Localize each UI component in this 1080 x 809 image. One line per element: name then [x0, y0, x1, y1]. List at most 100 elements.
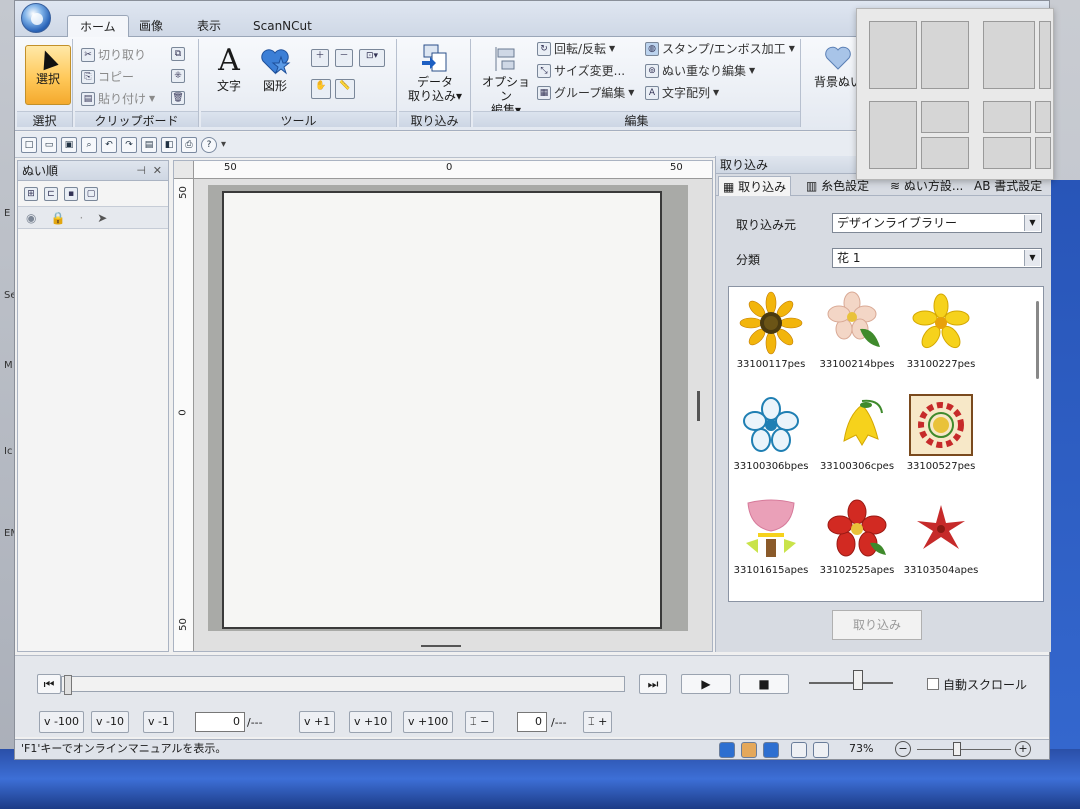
color-plus-button[interactable]: ⌶ + [583, 711, 613, 733]
data-import-button[interactable]: データ 取り込み▾ [403, 43, 467, 103]
zoom-out-icon[interactable]: － [335, 49, 353, 67]
layout-zone[interactable] [921, 101, 969, 133]
gallery-item[interactable]: 33100117pes [731, 291, 811, 387]
customize-qat-icon[interactable]: ▾ [221, 139, 226, 150]
stitch-progress-thumb[interactable] [64, 675, 72, 695]
speed-slider-thumb[interactable] [853, 670, 863, 690]
select-pointer-icon[interactable]: ➤ [97, 211, 107, 225]
category-select[interactable]: 花 1 ▼ [832, 248, 1042, 268]
step-minus-10-button[interactable]: ⅴ -10 [91, 711, 129, 733]
auto-scroll-checkbox[interactable] [927, 678, 939, 690]
color-minus-button[interactable]: ⌶ − [465, 711, 495, 733]
overlap-edit-button[interactable]: ⊚ ぬい重なり編集 ▼ [645, 63, 755, 79]
zoom-slider-thumb[interactable] [953, 742, 961, 756]
zoom-in-icon[interactable]: + [1015, 741, 1031, 757]
color-count-field[interactable]: 0 [517, 712, 547, 732]
gallery-item[interactable]: 33101615apes [731, 497, 811, 593]
hoop-settings-icon[interactable] [813, 742, 829, 758]
close-icon[interactable]: ✕ [153, 161, 162, 181]
layout-zone[interactable] [1035, 137, 1051, 169]
realistic-mode-icon[interactable] [741, 742, 757, 758]
gallery-item[interactable]: 33100214bpes [817, 291, 897, 387]
redo-icon[interactable]: ↷ [121, 136, 137, 153]
gallery-item[interactable]: 33100527pes [901, 393, 981, 489]
option-edit-button[interactable]: オプション 編集▾ [477, 45, 535, 117]
visibility-eye-icon[interactable]: ◉ [26, 211, 36, 225]
panel-splitter-handle[interactable] [697, 391, 700, 421]
layout-zone[interactable] [921, 21, 969, 89]
stamp-emboss-button[interactable]: ◍ スタンプ/エンボス加工 ▼ [645, 41, 795, 57]
point-edit-icon[interactable]: ⁜ [171, 69, 185, 83]
lock-icon[interactable]: 🔒 [50, 211, 65, 225]
layout-zone[interactable] [921, 137, 969, 169]
canvas-splitter-handle[interactable] [421, 645, 461, 647]
stitch-count-field[interactable]: 0 [195, 712, 245, 732]
tab-home[interactable]: ホーム [67, 15, 129, 37]
layout-zone[interactable] [983, 21, 1035, 89]
gallery-item[interactable]: 33100306cpes [817, 393, 897, 489]
tab-import[interactable]: ▦ 取り込み [718, 176, 792, 196]
source-select[interactable]: デザインライブラリー ▼ [832, 213, 1042, 233]
view-mode-icon[interactable] [719, 742, 735, 758]
measure-icon[interactable]: 📏 [335, 79, 355, 99]
layout-zone[interactable] [869, 101, 917, 169]
help-icon[interactable]: ? [201, 136, 217, 153]
step-plus-1-button[interactable]: ⅴ +1 [299, 711, 336, 733]
paste-button[interactable]: ▤ 貼り付け ▼ [81, 91, 155, 107]
app-menu-button[interactable] [21, 3, 51, 33]
expand-view-icon[interactable]: ⊞ [24, 186, 38, 201]
step-minus-100-button[interactable]: ⅴ -100 [39, 711, 84, 733]
undo-icon[interactable]: ↶ [101, 136, 117, 153]
stitch-progress-track[interactable] [61, 675, 625, 695]
speed-slider-track[interactable] [809, 682, 893, 684]
zoom-fit-icon[interactable]: ⊡▾ [359, 49, 385, 67]
cut-button[interactable]: ✂ 切り取り [81, 47, 146, 63]
group-edit-button[interactable]: ▦ グループ編集 ▼ [537, 85, 634, 101]
layout-zone[interactable] [983, 101, 1031, 133]
resize-button[interactable]: ⤡ サイズ変更... [537, 63, 625, 79]
stop-button[interactable]: ■ [739, 674, 789, 694]
gallery-scrollbar[interactable] [1036, 301, 1039, 379]
layout-zone[interactable] [869, 21, 917, 89]
step-plus-10-button[interactable]: ⅴ +10 [349, 711, 393, 733]
step-minus-1-button[interactable]: ⅴ -1 [143, 711, 174, 733]
shape-tool-button[interactable]: 図形 [255, 45, 295, 93]
stitch-mode-icon[interactable] [763, 742, 779, 758]
print-icon[interactable]: ⎙ [181, 136, 197, 153]
zoom-out-icon[interactable]: − [895, 741, 911, 757]
zoom-slider-track[interactable] [917, 749, 1011, 750]
gallery-item[interactable]: 33103504apes [901, 497, 981, 593]
rotate-flip-button[interactable]: ↻ 回転/反転 ▼ [537, 41, 615, 57]
gallery-item[interactable]: 33102525apes [817, 497, 897, 593]
zoom-icon[interactable]: ⌕ [81, 136, 97, 153]
duplicate-icon[interactable]: ⧉ [171, 47, 185, 61]
go-start-button[interactable]: ⏮ [37, 674, 61, 694]
go-end-button[interactable]: ⏭ [639, 674, 667, 694]
import-button[interactable]: 取り込み [832, 610, 922, 640]
layout-zone[interactable] [1039, 21, 1051, 89]
text-arrange-button[interactable]: A 文字配列 ▼ [645, 85, 719, 101]
layout-zone[interactable] [983, 137, 1031, 169]
gallery-item[interactable]: 33100306bpes [731, 393, 811, 489]
play-button[interactable]: ▶ [681, 674, 731, 694]
tree-view-icon[interactable]: ⊏ [44, 186, 58, 201]
tab-scanncut[interactable]: ScanNCut [241, 15, 324, 37]
select-button[interactable]: 選択 [25, 45, 71, 105]
step-plus-100-button[interactable]: ⅴ +100 [403, 711, 454, 733]
layout-zone[interactable] [1035, 101, 1051, 133]
hand-pan-icon[interactable]: ✋ [311, 79, 331, 99]
new-file-icon[interactable]: □ [21, 136, 37, 153]
realistic-view-icon[interactable]: ◧ [161, 136, 177, 153]
color-order-icon[interactable]: ▪ [64, 186, 78, 201]
text-tool-button[interactable]: A 文字 [209, 45, 249, 94]
copy-button[interactable]: ⎘ コピー [81, 69, 134, 85]
tab-image[interactable]: 画像 [127, 15, 175, 37]
tab-view[interactable]: 表示 [185, 15, 233, 37]
gallery-item[interactable]: 33100227pes [901, 291, 981, 387]
frame-icon[interactable]: ▢ [84, 186, 98, 201]
preview-icon[interactable]: ▤ [141, 136, 157, 153]
design-canvas[interactable]: 50 0 50 50 0 50 [173, 160, 713, 652]
pin-icon[interactable]: ⊣ [136, 161, 146, 181]
delete-icon[interactable]: 🗑 [171, 91, 185, 105]
zoom-in-icon[interactable]: ＋ [311, 49, 329, 67]
